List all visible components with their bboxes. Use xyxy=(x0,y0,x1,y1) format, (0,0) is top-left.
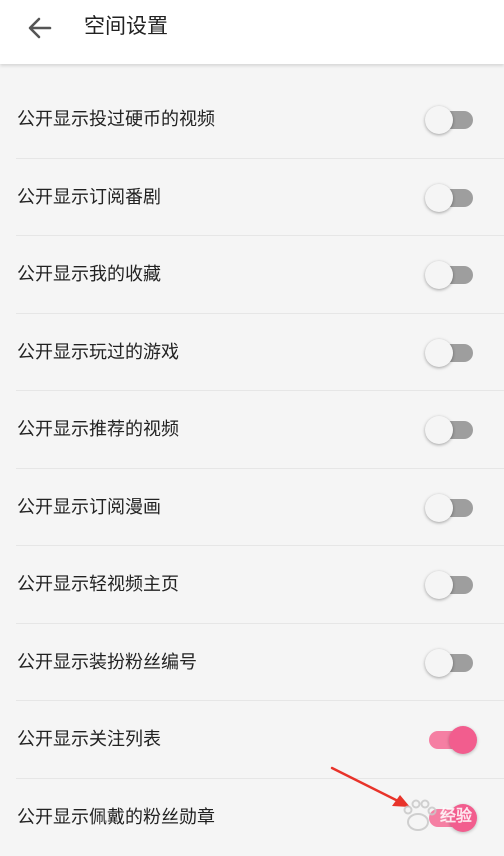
switch-knob xyxy=(425,339,453,367)
setting-label: 公开显示轻视频主页 xyxy=(17,546,179,624)
setting-label: 公开显示我的收藏 xyxy=(17,236,161,314)
toggle-switch[interactable] xyxy=(429,187,473,209)
switch-knob xyxy=(449,726,477,754)
setting-row-following-list[interactable]: 公开显示关注列表 xyxy=(0,701,504,779)
setting-row-subscribed-bangumi[interactable]: 公开显示订阅番剧 xyxy=(0,159,504,237)
switch-knob xyxy=(425,571,453,599)
toggle-switch[interactable] xyxy=(429,652,473,674)
setting-label: 公开显示装扮粉丝编号 xyxy=(17,624,197,702)
toggle-switch[interactable] xyxy=(429,109,473,131)
switch-knob xyxy=(425,649,453,677)
switch-knob xyxy=(425,106,453,134)
toggle-switch[interactable] xyxy=(429,264,473,286)
setting-row-fan-medal[interactable]: 公开显示佩戴的粉丝勋章 xyxy=(0,779,504,856)
arrow-left-icon xyxy=(26,14,54,42)
page-title: 空间设置 xyxy=(84,10,168,42)
toggle-switch[interactable] xyxy=(429,497,473,519)
setting-row-favorites[interactable]: 公开显示我的收藏 xyxy=(0,236,504,314)
switch-knob xyxy=(425,261,453,289)
setting-row-light-video-home[interactable]: 公开显示轻视频主页 xyxy=(0,546,504,624)
switch-knob xyxy=(425,416,453,444)
setting-label: 公开显示推荐的视频 xyxy=(17,391,179,469)
toggle-switch[interactable] xyxy=(429,807,473,829)
setting-label: 公开显示关注列表 xyxy=(17,701,161,779)
settings-list: 公开显示投过硬币的视频 公开显示订阅番剧 公开显示我的收藏 公开显示玩过的游戏 … xyxy=(0,81,504,856)
setting-row-recommended-videos[interactable]: 公开显示推荐的视频 xyxy=(0,391,504,469)
setting-label: 公开显示订阅漫画 xyxy=(17,469,161,547)
setting-label: 公开显示投过硬币的视频 xyxy=(17,81,215,159)
switch-knob xyxy=(449,804,477,832)
setting-label: 公开显示玩过的游戏 xyxy=(17,314,179,392)
switch-knob xyxy=(425,184,453,212)
switch-knob xyxy=(425,494,453,522)
setting-label: 公开显示佩戴的粉丝勋章 xyxy=(17,779,215,856)
setting-row-coined-videos[interactable]: 公开显示投过硬币的视频 xyxy=(0,81,504,159)
back-button[interactable] xyxy=(20,8,60,48)
setting-row-fan-number[interactable]: 公开显示装扮粉丝编号 xyxy=(0,624,504,702)
toggle-switch[interactable] xyxy=(429,342,473,364)
setting-row-subscribed-comics[interactable]: 公开显示订阅漫画 xyxy=(0,469,504,547)
toggle-switch[interactable] xyxy=(429,729,473,751)
setting-label: 公开显示订阅番剧 xyxy=(17,159,161,237)
setting-row-played-games[interactable]: 公开显示玩过的游戏 xyxy=(0,314,504,392)
toggle-switch[interactable] xyxy=(429,574,473,596)
toggle-switch[interactable] xyxy=(429,419,473,441)
top-app-bar: 空间设置 xyxy=(0,0,504,64)
